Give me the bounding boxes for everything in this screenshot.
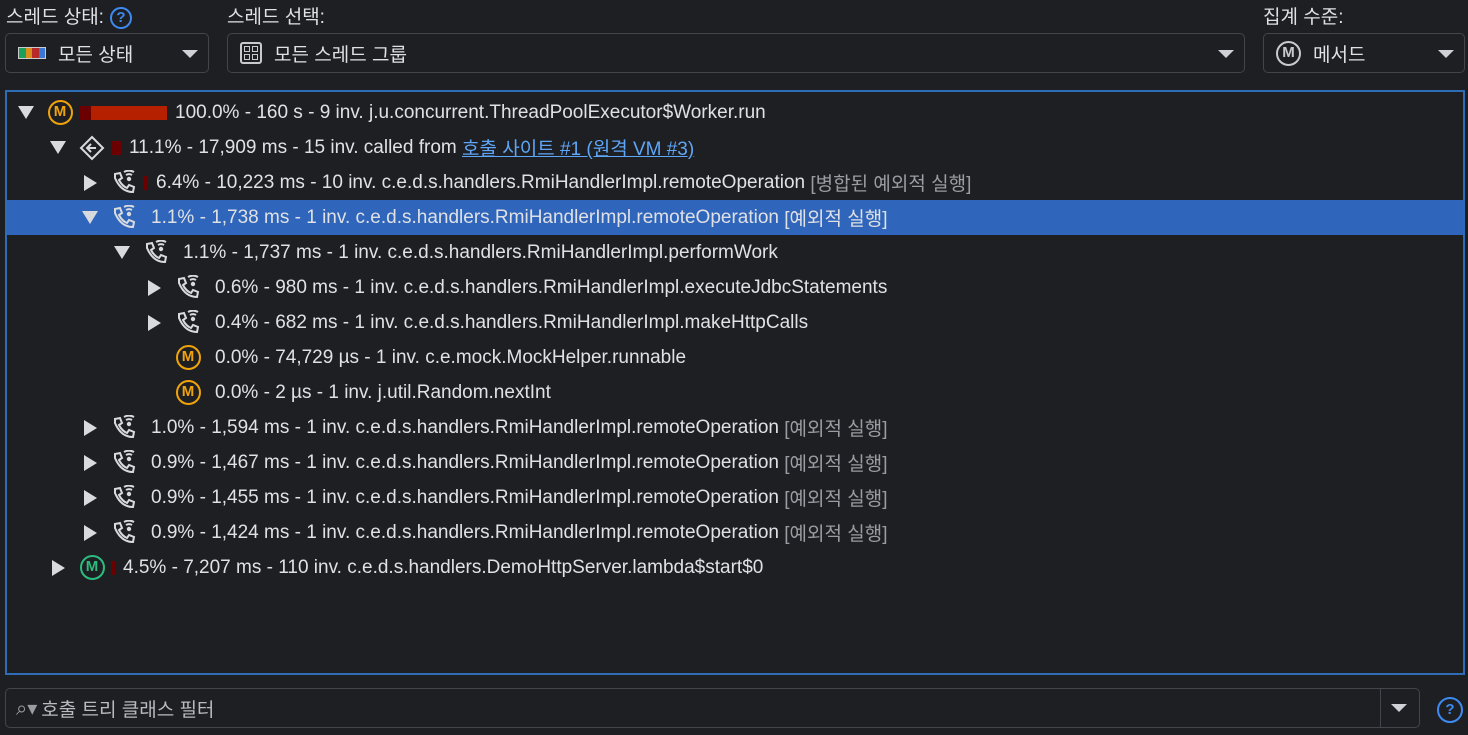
row-text: 0.9% - 1,424 ms - 1 inv. c.e.d.s.handler… bbox=[151, 521, 785, 543]
row-text: 0.0% - 74,729 µs - 1 inv. c.e.mock.MockH… bbox=[215, 346, 687, 368]
call-tree[interactable]: M 100.0% - 160 s - 9 inv. j.u.concurrent.… bbox=[5, 90, 1465, 675]
filter-history-dropdown[interactable] bbox=[1391, 704, 1407, 712]
tree-row[interactable]: 1.1% - 1,737 ms - 1 inv. c.e.d.s.handler… bbox=[7, 235, 1463, 270]
chevron-down-icon bbox=[1218, 50, 1234, 58]
method-green-icon: M bbox=[79, 555, 105, 581]
row-text: 11.1% - 17,909 ms - 15 inv. called from bbox=[129, 136, 463, 158]
collapse-toggle[interactable] bbox=[81, 209, 99, 227]
tree-row[interactable]: 6.4% - 10,223 ms - 10 inv. c.e.d.s.handl… bbox=[7, 165, 1463, 200]
thread-state-label: 스레드 상태:? bbox=[6, 2, 132, 29]
thread-state-value: 모든 상태 bbox=[58, 44, 134, 66]
help-icon[interactable]: ? bbox=[109, 6, 132, 29]
row-text: 0.0% - 2 µs - 1 inv. j.util.Random.nextI… bbox=[215, 381, 551, 403]
remote-call-icon bbox=[111, 449, 137, 476]
row-text: 0.6% - 980 ms - 1 inv. c.e.d.s.handlers.… bbox=[215, 276, 888, 298]
row-suffix: [예외적 실행] bbox=[784, 524, 888, 545]
thread-select-label: 스레드 선택: bbox=[227, 7, 325, 28]
row-suffix: [병합된 예외적 실행] bbox=[810, 174, 972, 195]
help-icon[interactable]: ? bbox=[1437, 697, 1463, 723]
tree-row[interactable]: 0.9% - 1,467 ms - 1 inv. c.e.d.s.handler… bbox=[7, 445, 1463, 480]
tree-row[interactable]: 0.9% - 1,455 ms - 1 inv. c.e.d.s.handler… bbox=[7, 480, 1463, 515]
row-text: 1.1% - 1,738 ms - 1 inv. c.e.d.s.handler… bbox=[151, 206, 785, 228]
remote-call-icon bbox=[111, 484, 137, 511]
row-text: 0.9% - 1,467 ms - 1 inv. c.e.d.s.handler… bbox=[151, 451, 785, 473]
search-icon: ⌕▾ bbox=[16, 697, 38, 720]
tree-row[interactable]: M 4.5% - 7,207 ms - 110 inv. c.e.d.s.hand… bbox=[7, 550, 1463, 585]
row-suffix: [예외적 실행] bbox=[784, 489, 888, 510]
aggregation-value: 메서드 bbox=[1313, 44, 1366, 66]
row-text: 6.4% - 10,223 ms - 10 inv. c.e.d.s.handl… bbox=[156, 171, 811, 193]
row-suffix: [예외적 실행] bbox=[784, 419, 888, 440]
call-site-link[interactable]: 호출 사이트 #1 (원격 VM #3) bbox=[462, 134, 694, 161]
tree-row[interactable]: 1.0% - 1,594 ms - 1 inv. c.e.d.s.handler… bbox=[7, 410, 1463, 445]
row-text: 0.9% - 1,455 ms - 1 inv. c.e.d.s.handler… bbox=[151, 486, 785, 508]
row-suffix: [예외적 실행] bbox=[784, 209, 888, 230]
row-suffix: [예외적 실행] bbox=[784, 454, 888, 475]
row-text: 100.0% - 160 s - 9 inv. j.u.concurrent.T… bbox=[175, 101, 766, 123]
thread-group-icon bbox=[240, 42, 262, 64]
row-text: 1.1% - 1,737 ms - 1 inv. c.e.d.s.handler… bbox=[183, 241, 778, 263]
tree-row[interactable]: M 0.0% - 74,729 µs - 1 inv. c.e.mock.Mock… bbox=[7, 340, 1463, 375]
thread-state-color-icon bbox=[18, 47, 46, 59]
time-bar bbox=[111, 560, 115, 575]
expand-toggle[interactable] bbox=[81, 419, 99, 437]
collapse-toggle[interactable] bbox=[49, 139, 67, 157]
expand-toggle[interactable] bbox=[81, 174, 99, 192]
thread-select-value: 모든 스레드 그룹 bbox=[274, 44, 407, 66]
remote-call-icon bbox=[111, 169, 137, 196]
tree-row[interactable]: 0.9% - 1,424 ms - 1 inv. c.e.d.s.handler… bbox=[7, 515, 1463, 550]
collapse-toggle[interactable] bbox=[113, 244, 131, 262]
time-bar bbox=[79, 105, 167, 120]
class-filter-input[interactable]: ⌕▾ 호출 트리 클래스 필터 bbox=[5, 688, 1420, 728]
expand-toggle[interactable] bbox=[81, 489, 99, 507]
tree-row[interactable]: 0.4% - 682 ms - 1 inv. c.e.d.s.handlers.… bbox=[7, 305, 1463, 340]
expand-toggle[interactable] bbox=[145, 279, 163, 297]
remote-call-icon bbox=[111, 204, 137, 231]
tree-row[interactable]: M 0.0% - 2 µs - 1 inv. j.util.Random.next… bbox=[7, 375, 1463, 410]
aggregation-label: 집계 수준: bbox=[1263, 7, 1344, 28]
remote-call-icon bbox=[111, 414, 137, 441]
expand-toggle[interactable] bbox=[81, 524, 99, 542]
tree-row[interactable]: M 100.0% - 160 s - 9 inv. j.u.concurrent.… bbox=[7, 95, 1463, 130]
call-site-icon bbox=[79, 135, 105, 161]
aggregation-dropdown[interactable]: M 메서드 bbox=[1263, 33, 1465, 73]
method-icon: M bbox=[175, 345, 201, 371]
row-text: 1.0% - 1,594 ms - 1 inv. c.e.d.s.handler… bbox=[151, 416, 785, 438]
tree-row[interactable]: 11.1% - 17,909 ms - 15 inv. called from … bbox=[7, 130, 1463, 165]
method-icon: M bbox=[1276, 40, 1301, 66]
tree-row[interactable]: 1.1% - 1,738 ms - 1 inv. c.e.d.s.handler… bbox=[7, 200, 1463, 235]
thread-select-dropdown[interactable]: 모든 스레드 그룹 bbox=[227, 33, 1245, 73]
remote-call-icon bbox=[175, 274, 201, 301]
row-text: 4.5% - 7,207 ms - 110 inv. c.e.d.s.handl… bbox=[123, 556, 764, 578]
tree-row[interactable]: 0.6% - 980 ms - 1 inv. c.e.d.s.handlers.… bbox=[7, 270, 1463, 305]
collapse-toggle[interactable] bbox=[17, 104, 35, 122]
row-text: 0.4% - 682 ms - 1 inv. c.e.d.s.handlers.… bbox=[215, 311, 809, 333]
thread-state-dropdown[interactable]: 모든 상태 bbox=[5, 33, 209, 73]
method-icon: M bbox=[47, 100, 73, 126]
remote-call-icon bbox=[175, 309, 201, 336]
remote-call-icon bbox=[143, 239, 169, 266]
remote-call-icon bbox=[111, 519, 137, 546]
expand-toggle[interactable] bbox=[49, 559, 67, 577]
expand-toggle[interactable] bbox=[81, 454, 99, 472]
chevron-down-icon bbox=[1438, 50, 1454, 58]
filter-placeholder: 호출 트리 클래스 필터 bbox=[41, 699, 215, 721]
chevron-down-icon bbox=[182, 50, 198, 58]
filter-help[interactable]: ? bbox=[1437, 697, 1463, 723]
method-icon: M bbox=[175, 380, 201, 406]
time-bar bbox=[111, 140, 121, 155]
time-bar bbox=[143, 175, 148, 190]
expand-toggle[interactable] bbox=[145, 314, 163, 332]
